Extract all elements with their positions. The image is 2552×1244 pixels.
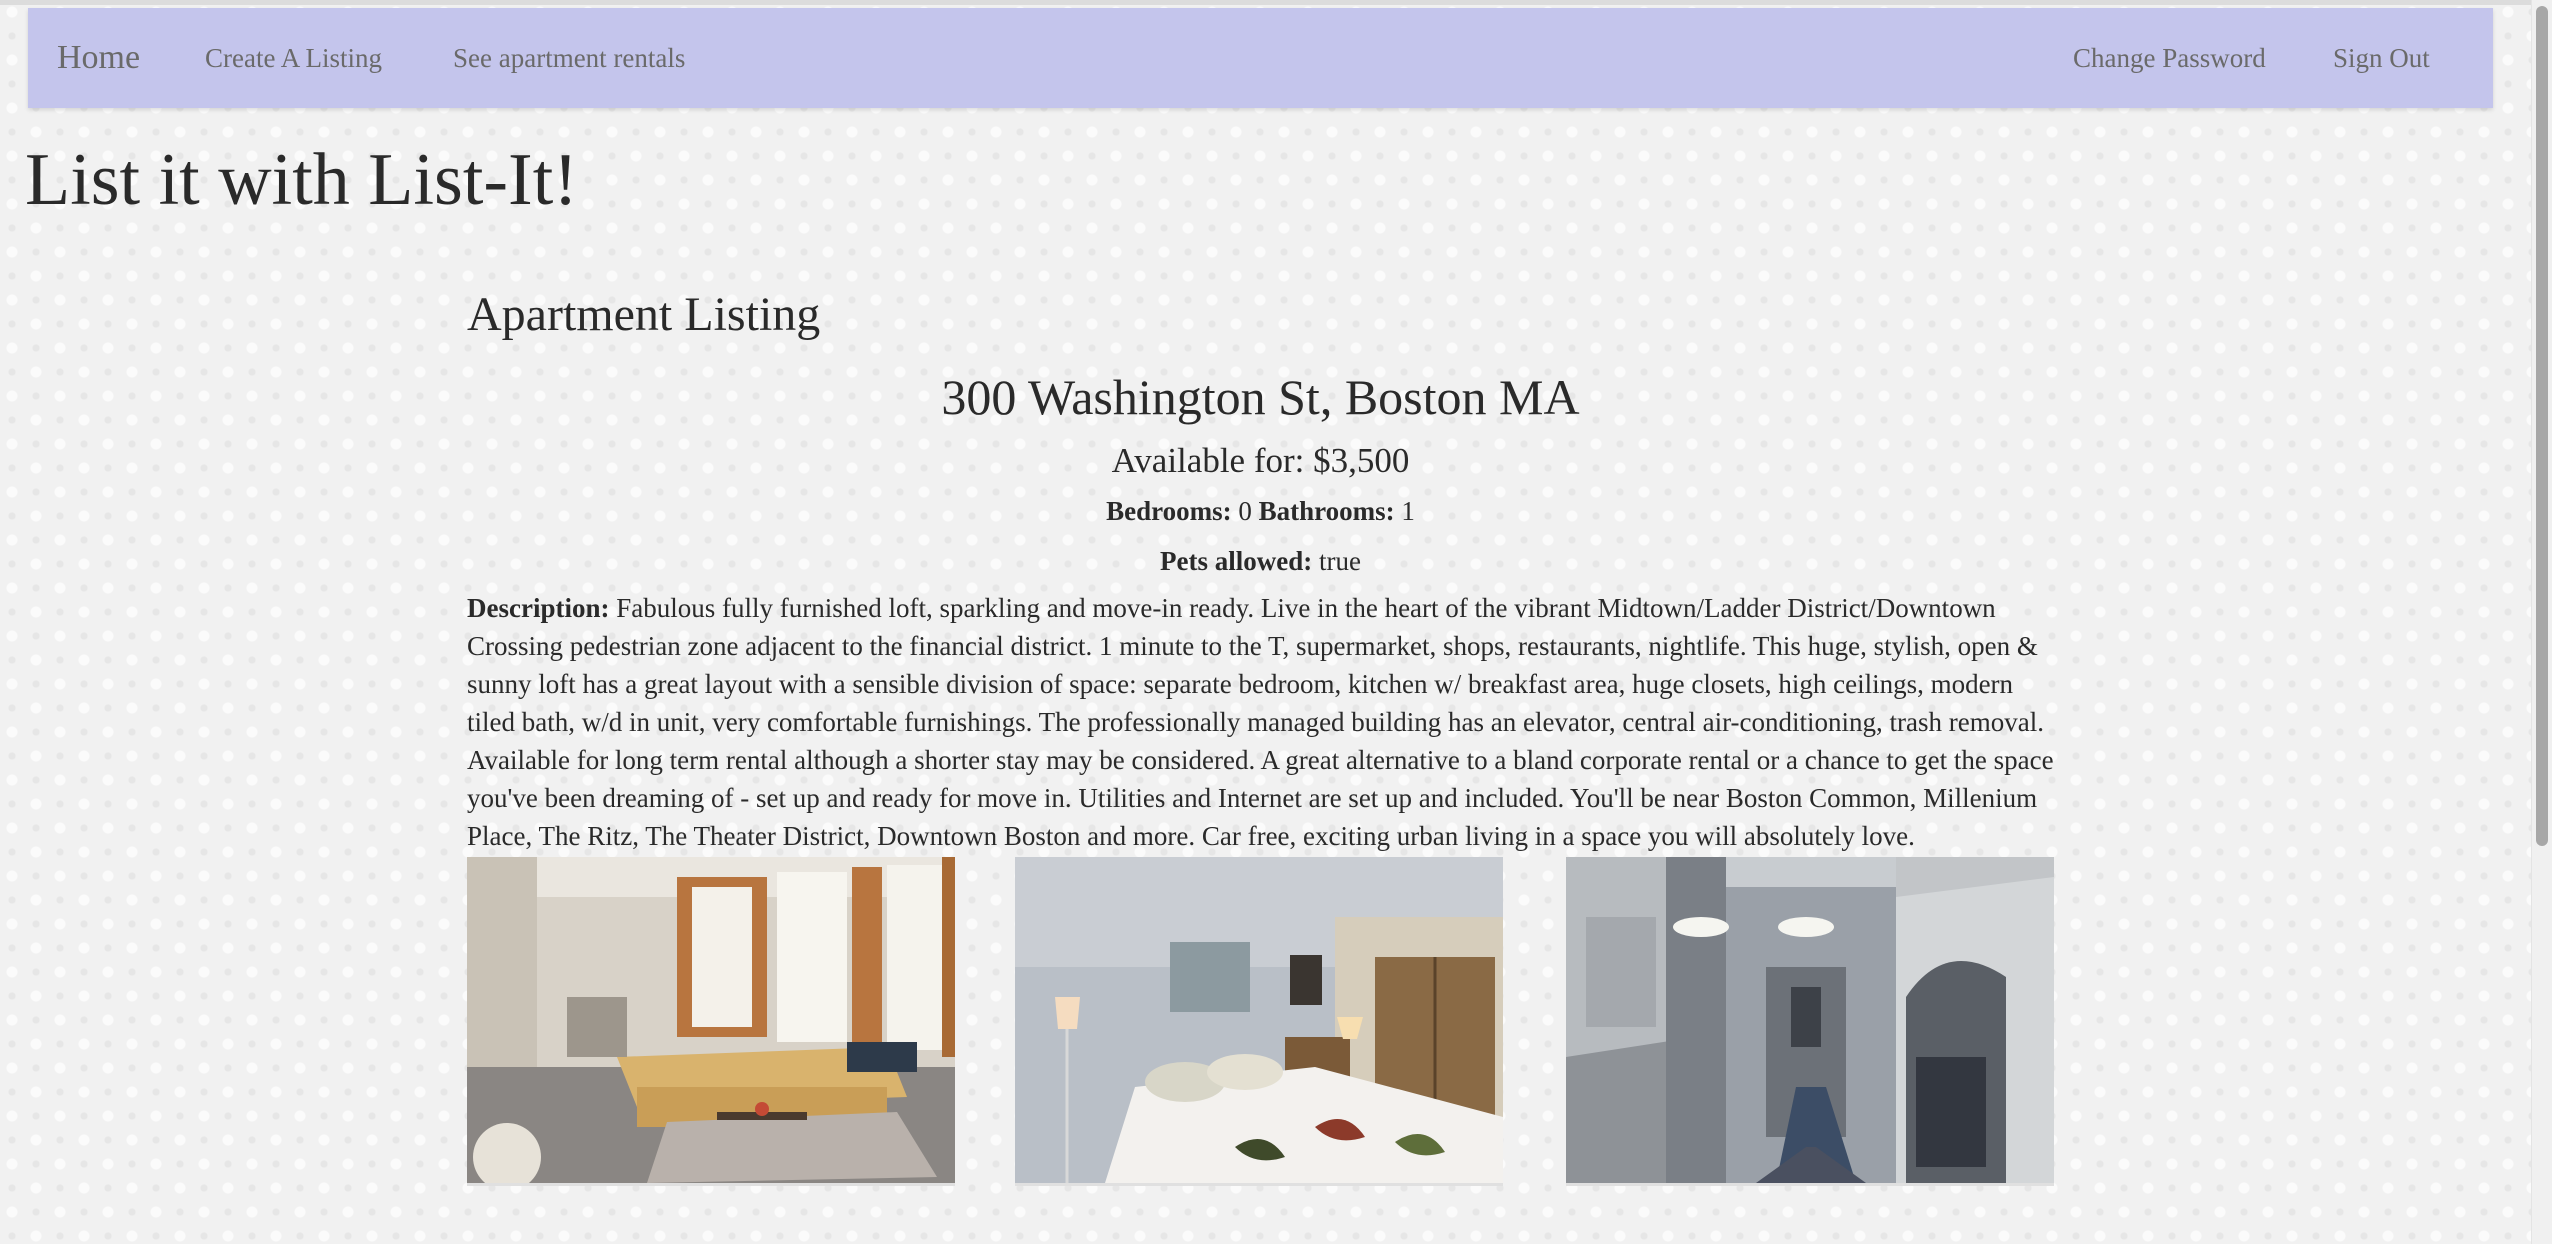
listing-content: Apartment Listing 300 Washington St, Bos… xyxy=(467,280,2054,1187)
pets-value: true xyxy=(1318,546,1361,576)
site-title: List it with List-It! xyxy=(25,139,578,221)
listing-price: Available for: $3,500 xyxy=(467,436,2054,486)
nav-sign-out-link[interactable]: Sign Out xyxy=(2333,8,2430,108)
listing-photo-hallway[interactable] xyxy=(1566,857,2054,1186)
nav-change-password-link[interactable]: Change Password xyxy=(2073,8,2266,108)
listing-rooms: Bedrooms: 0 Bathrooms: 1 xyxy=(467,486,2054,536)
description-label: Description: xyxy=(467,593,610,623)
living-room-image xyxy=(467,857,955,1183)
listing-description: Description: Fabulous fully furnished lo… xyxy=(467,589,2054,855)
page-scrollbar[interactable] xyxy=(2531,0,2552,1244)
bathrooms-label: Bathrooms: xyxy=(1258,496,1395,526)
bedrooms-label: Bedrooms: xyxy=(1106,496,1232,526)
section-title: Apartment Listing xyxy=(467,288,821,341)
pets-label: Pets allowed: xyxy=(1160,546,1313,576)
top-border xyxy=(0,0,2552,5)
hallway-image xyxy=(1566,857,2054,1183)
nav-see-rentals-link[interactable]: See apartment rentals xyxy=(453,8,685,108)
navbar: Home Create A Listing See apartment rent… xyxy=(28,8,2493,108)
bathrooms-value: 1 xyxy=(1401,496,1415,526)
price-label: Available for: xyxy=(1111,441,1305,480)
price-value: $3,500 xyxy=(1313,441,1410,480)
bedrooms-value: 0 xyxy=(1238,496,1252,526)
listing-photo-bedroom[interactable] xyxy=(1015,857,1503,1186)
scrollbar-thumb[interactable] xyxy=(2536,6,2548,846)
nav-home-link[interactable]: Home xyxy=(57,8,140,108)
nav-create-listing-link[interactable]: Create A Listing xyxy=(205,8,382,108)
listing-photo-living-room[interactable] xyxy=(467,857,955,1186)
description-text: Fabulous fully furnished loft, sparkling… xyxy=(467,593,2054,851)
bedroom-image xyxy=(1015,857,1503,1183)
listing-pets: Pets allowed: true xyxy=(467,536,2054,586)
listing-address: 300 Washington St, Boston MA xyxy=(941,369,1580,425)
photo-gallery xyxy=(467,857,2054,1187)
